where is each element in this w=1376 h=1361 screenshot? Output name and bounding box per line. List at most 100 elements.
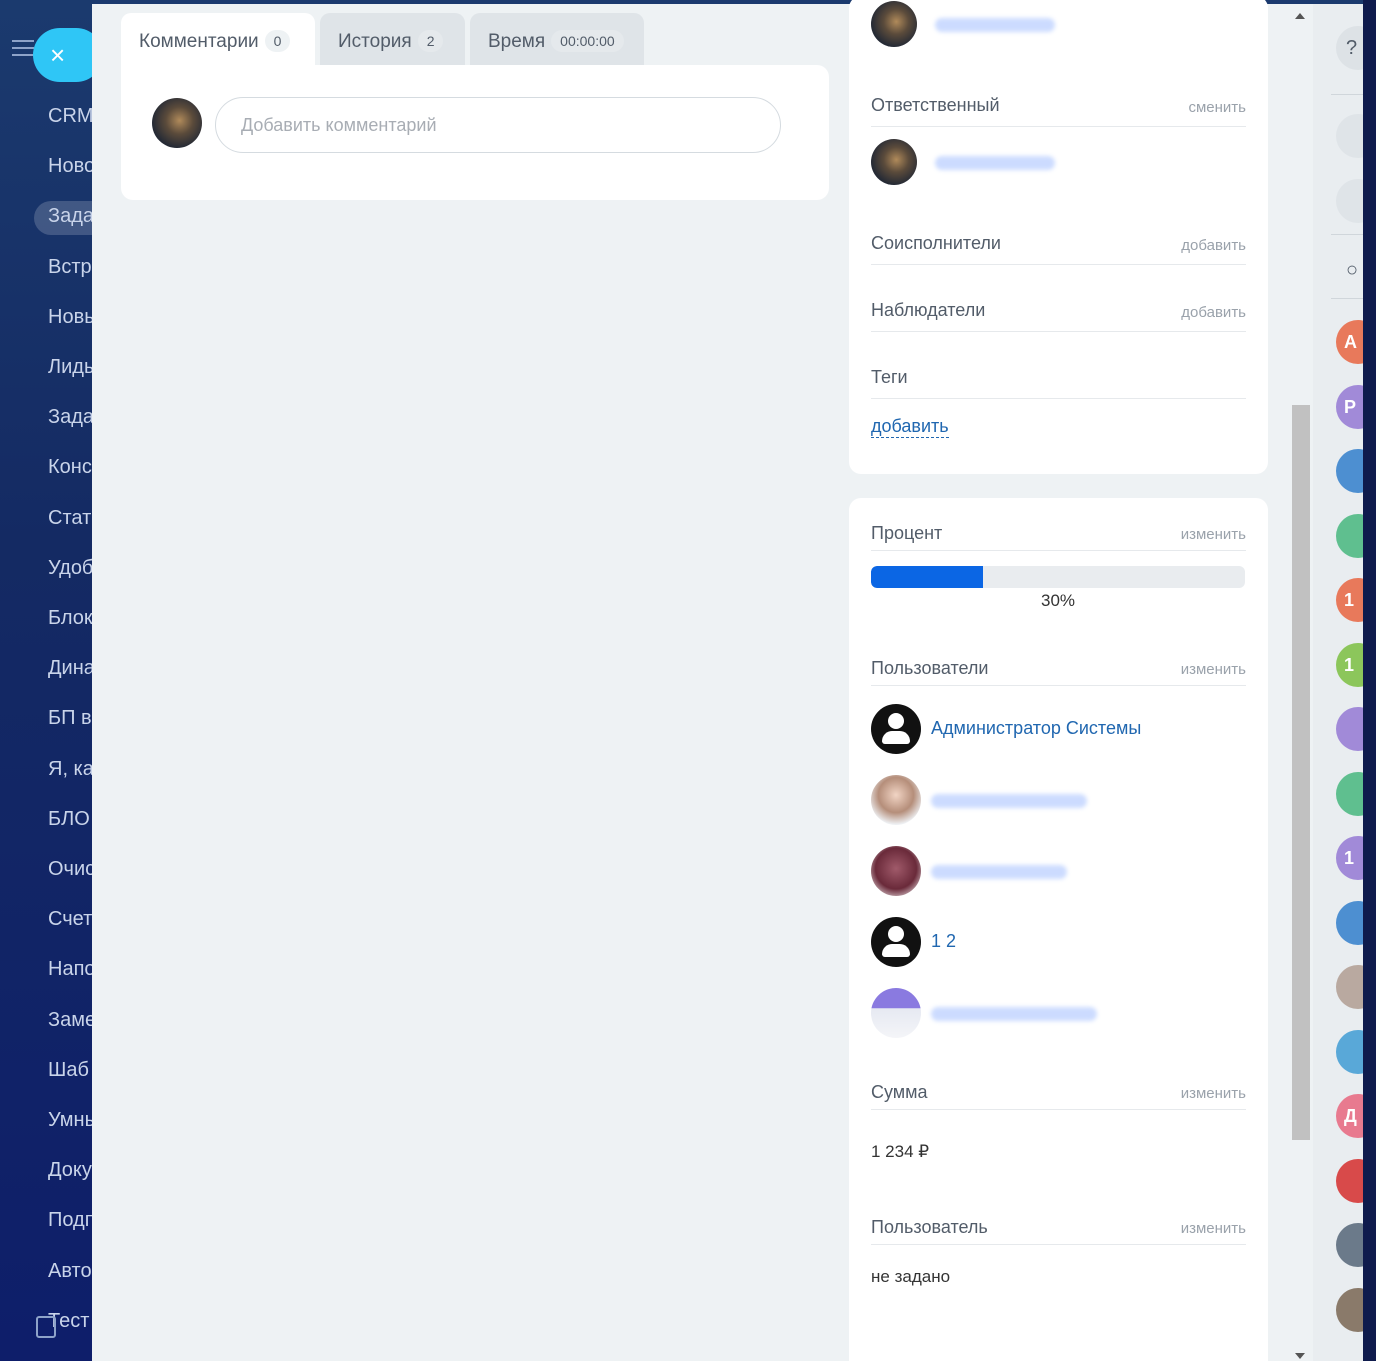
sidebar-item[interactable]: Зада: [48, 205, 92, 228]
percent-progress-bar: [871, 566, 1245, 588]
search-glyph: ○: [1346, 259, 1359, 281]
help-glyph: ?: [1346, 37, 1358, 59]
tab-time-label: Время: [488, 31, 546, 52]
chat-avatar[interactable]: [1336, 707, 1363, 751]
divider: [1331, 298, 1363, 299]
sidebar-item[interactable]: Напо: [48, 958, 92, 981]
user-avatar: [871, 775, 921, 825]
divider: [1331, 94, 1363, 95]
percent-value: 30%: [1041, 591, 1076, 610]
user-field-label: Пользователь: [871, 1217, 988, 1237]
divider: [871, 126, 1246, 127]
menu-icon[interactable]: [12, 40, 34, 58]
percent-label: Процент: [871, 523, 943, 543]
sidebar-item[interactable]: Дина: [48, 657, 92, 680]
divider: [871, 398, 1246, 399]
chat-avatar[interactable]: А: [1336, 320, 1363, 364]
sidebar-item[interactable]: БЛО: [48, 808, 90, 831]
chat-avatar[interactable]: [1336, 449, 1363, 493]
user-name-blurred[interactable]: [931, 1007, 1097, 1021]
coexecutors-label: Соисполнители: [871, 233, 1001, 253]
chat-avatar[interactable]: [1336, 771, 1363, 816]
sidebar-item[interactable]: Стат: [48, 507, 91, 530]
scroll-down-arrow-icon[interactable]: [1295, 1353, 1305, 1359]
tags-add-link[interactable]: добавить: [871, 415, 949, 438]
divider: [871, 550, 1246, 551]
sidebar-item[interactable]: Блок: [48, 607, 92, 630]
percent-edit-link[interactable]: изменить: [1181, 526, 1246, 543]
sidebar-item[interactable]: Ново: [48, 155, 92, 178]
sidebar-item[interactable]: БП в: [48, 707, 92, 730]
chat-avatar[interactable]: [1336, 900, 1363, 945]
observers-add-link[interactable]: добавить: [1181, 304, 1246, 321]
divider: [871, 685, 1246, 686]
tab-comments-label: Комментарии: [139, 31, 259, 52]
user-name-link[interactable]: Администратор Системы: [931, 718, 1141, 739]
custom-fields-card: Процент изменить 30% Пользователи измени…: [849, 498, 1268, 1361]
sum-value: 1 234 ₽: [871, 1142, 930, 1161]
sidebar-item[interactable]: Новы: [48, 306, 92, 329]
chat-avatar[interactable]: [1336, 1223, 1363, 1267]
sidebar-item[interactable]: Конс: [48, 456, 92, 479]
user-name-blurred[interactable]: [931, 794, 1087, 808]
bell-icon[interactable]: [1336, 114, 1363, 158]
sidebar-item[interactable]: Встр: [48, 256, 92, 279]
sidebar-item[interactable]: Доку: [48, 1159, 92, 1182]
comment-card: Добавить комментарий: [121, 65, 829, 200]
user-name-link[interactable]: 1 2: [931, 931, 956, 952]
printer-icon[interactable]: [36, 1316, 56, 1338]
chat-avatar[interactable]: 1: [1336, 578, 1363, 622]
sum-edit-link[interactable]: изменить: [1181, 1085, 1246, 1102]
sidebar-item[interactable]: CRM: [48, 105, 92, 128]
tab-history-count: 2: [417, 30, 444, 52]
sidebar-item[interactable]: Зада: [48, 406, 92, 429]
percent-progress-fill: [871, 566, 984, 588]
sidebar-item[interactable]: Авто: [48, 1260, 92, 1283]
sidebar-item[interactable]: Шаб: [48, 1059, 89, 1082]
divider: [1331, 234, 1363, 235]
chat-avatar[interactable]: [1336, 1287, 1363, 1332]
users-edit-link[interactable]: изменить: [1181, 661, 1246, 678]
add-comment-input[interactable]: Добавить комментарий: [215, 97, 781, 153]
search-icon[interactable]: ○: [1336, 248, 1363, 292]
sidebar-item[interactable]: Очис: [48, 858, 92, 881]
user-avatar: [871, 988, 921, 1038]
user-name-blurred[interactable]: [931, 865, 1067, 879]
chat-avatar[interactable]: Р: [1336, 384, 1363, 429]
sidebar-item[interactable]: Я, ка: [48, 758, 92, 781]
tab-history[interactable]: История 2: [320, 13, 465, 69]
chat-avatar[interactable]: [1336, 1158, 1363, 1203]
tab-time-count: 00:00:00: [551, 30, 624, 52]
user-default-avatar-icon: [871, 704, 921, 754]
task-slider-panel: Комментарии 0 История 2 Время 00:00:00 Доба…: [92, 0, 1313, 1361]
chat-avatar[interactable]: 1: [1336, 836, 1363, 880]
sidebar-item[interactable]: Заме: [48, 1009, 92, 1032]
user-avatar: [871, 846, 921, 896]
responsible-avatar[interactable]: [871, 139, 917, 185]
users-label: Пользователи: [871, 658, 989, 678]
chat-avatar[interactable]: 1: [1336, 642, 1363, 687]
chat-avatar[interactable]: [1336, 513, 1363, 558]
chat-list-icon[interactable]: [1336, 179, 1363, 223]
responsible-label: Ответственный: [871, 95, 1000, 115]
sidebar-item[interactable]: Подп: [48, 1209, 92, 1232]
coexecutors-add-link[interactable]: добавить: [1181, 237, 1246, 254]
chat-avatar[interactable]: Д: [1336, 1094, 1363, 1138]
tab-time[interactable]: Время 00:00:00: [470, 13, 644, 69]
user-field-edit-link[interactable]: изменить: [1181, 1220, 1246, 1237]
tab-comments[interactable]: Комментарии 0: [121, 13, 315, 69]
sidebar-item[interactable]: Умны: [48, 1109, 92, 1132]
window-frame: [1363, 0, 1376, 1361]
responsible-name-blurred[interactable]: [935, 156, 1055, 170]
sidebar-item[interactable]: Удоб: [48, 557, 92, 580]
chat-avatar[interactable]: [1336, 1029, 1363, 1074]
chat-avatar[interactable]: [1336, 965, 1363, 1009]
scroll-up-arrow-icon[interactable]: [1295, 13, 1305, 19]
scrollbar-thumb[interactable]: [1292, 405, 1310, 1140]
sidebar-item[interactable]: Счет: [48, 908, 92, 931]
creator-avatar[interactable]: [871, 1, 917, 47]
creator-name-blurred[interactable]: [935, 18, 1055, 32]
help-icon[interactable]: ?: [1336, 26, 1363, 70]
responsible-change-link[interactable]: сменить: [1188, 99, 1246, 116]
sidebar-item[interactable]: Лиды: [48, 356, 92, 379]
